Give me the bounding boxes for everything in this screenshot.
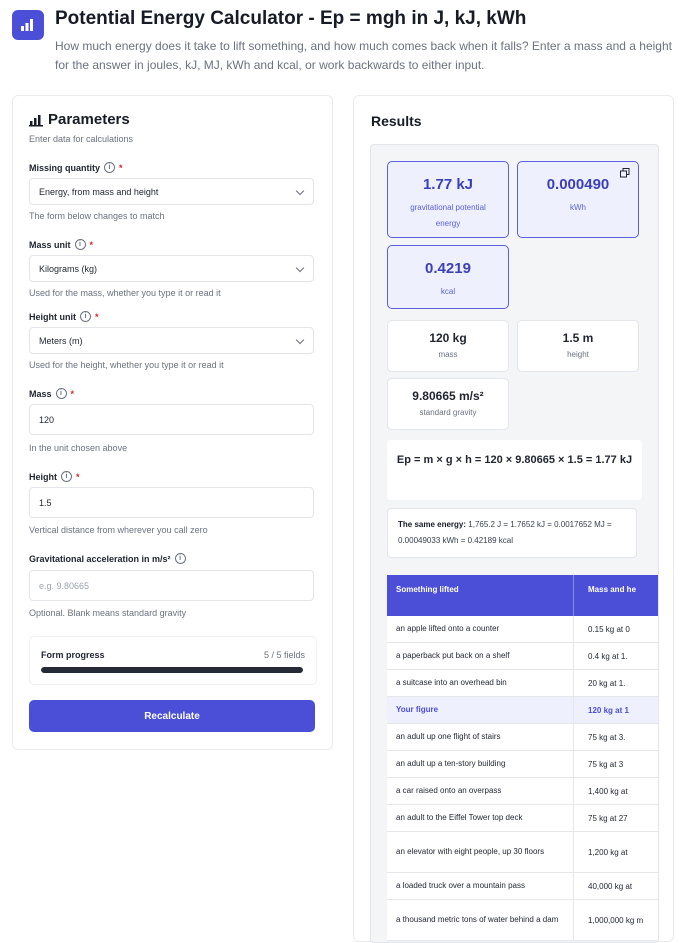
table-row: a car raised onto an overpass 1,400 kg a… <box>387 778 658 805</box>
form-progress-count: 5 / 5 fields <box>263 650 305 660</box>
table-row: an elevator with eight people, up 30 flo… <box>387 832 658 873</box>
info-icon[interactable]: i <box>61 471 72 482</box>
page-subtitle: How much energy does it take to lift som… <box>55 39 672 72</box>
height-input[interactable]: 1.5 <box>29 487 314 518</box>
height-unit-select[interactable]: Meters (m) <box>29 327 314 354</box>
table-row: an apple lifted onto a counter 0.15 kg a… <box>387 616 658 643</box>
progress-track <box>41 667 303 673</box>
info-icon[interactable]: i <box>80 311 91 322</box>
same-energy-note: The same energy: 1,765.2 J = 1.7652 kJ =… <box>387 508 637 558</box>
missing-quantity-select[interactable]: Energy, from mass and height <box>29 178 314 205</box>
chart-icon <box>29 114 43 126</box>
formula-display: Ep = m × g × h = 120 × 9.80665 × 1.5 = 1… <box>387 440 642 500</box>
info-icon[interactable]: i <box>74 239 86 250</box>
result-tile-energy: 1.77 kJ gravitational potential energy <box>387 161 509 238</box>
result-tile-kwh[interactable]: 0.000490 kWh <box>517 161 639 238</box>
column-header-mass[interactable]: Mass and he <box>574 575 658 616</box>
progress-fill <box>41 667 303 673</box>
required-mark: * <box>119 162 123 173</box>
chevron-down-icon <box>295 335 305 345</box>
table-row: a loaded truck over a mountain pass 40,0… <box>387 873 658 900</box>
required-mark: * <box>70 388 75 399</box>
mass-unit-select[interactable]: Kilograms (kg) <box>29 255 314 282</box>
input-tile-gravity: 9.80665 m/s² standard gravity <box>387 378 509 430</box>
table-row: an adult up one flight of stairs 75 kg a… <box>387 724 658 751</box>
copy-icon[interactable] <box>620 168 630 178</box>
mass-label: Mass i * <box>29 388 75 399</box>
table-row: a paperback put back on a shelf 0.4 kg a… <box>387 643 658 670</box>
required-mark: * <box>95 311 99 322</box>
chevron-down-icon <box>295 186 305 196</box>
input-tile-mass: 120 kg mass <box>387 320 509 372</box>
gravity-label: Gravitational acceleration in m/s² i <box>29 553 186 564</box>
chart-icon <box>21 19 33 31</box>
form-progress-label: Form progress <box>41 650 105 660</box>
parameters-title: Parameters <box>29 111 130 128</box>
mass-unit-label: Mass unit i * <box>29 239 94 250</box>
info-icon[interactable]: i <box>174 553 186 564</box>
mass-unit-help: Used for the mass, whether you type it o… <box>29 288 221 298</box>
column-header-thing[interactable]: Something lifted <box>387 575 574 616</box>
results-panel: 1.77 kJ gravitational potential energy 0… <box>370 144 659 943</box>
results-title: Results <box>371 113 422 129</box>
table-row: an adult up a ten-story building 75 kg a… <box>387 751 658 778</box>
height-help: Vertical distance from wherever you call… <box>29 525 208 535</box>
input-tile-height: 1.5 m height <box>517 320 639 372</box>
gravity-help: Optional. Blank means standard gravity <box>29 608 187 618</box>
chevron-down-icon <box>295 263 305 273</box>
info-icon[interactable]: i <box>55 388 67 399</box>
missing-quantity-help: The form below changes to match <box>29 211 165 221</box>
recalculate-button[interactable]: Recalculate <box>29 700 315 732</box>
results-card: Results 1.77 kJ gravitational potential … <box>353 95 674 943</box>
form-progress: Form progress 5 / 5 fields <box>29 636 317 685</box>
missing-quantity-label: Missing quantity i * <box>29 162 123 173</box>
parameters-card: Parameters Enter data for calculations M… <box>12 95 333 750</box>
mass-input[interactable]: 120 <box>29 404 314 435</box>
table-header: Something lifted Mass and he <box>387 575 658 616</box>
gravity-input[interactable]: e.g. 9.80665 <box>29 570 314 601</box>
table-row: a suitcase into an overhead bin 20 kg at… <box>387 670 658 697</box>
required-mark: * <box>89 239 94 250</box>
height-unit-label: Height unit i * <box>29 311 99 322</box>
height-unit-help: Used for the height, whether you type it… <box>29 360 224 370</box>
comparison-table: Something lifted Mass and he an apple li… <box>387 575 658 941</box>
table-row: an adult to the Eiffel Tower top deck 75… <box>387 805 658 832</box>
required-mark: * <box>76 471 80 482</box>
app-logo <box>12 10 44 40</box>
mass-help: In the unit chosen above <box>29 443 128 453</box>
height-label: Height i * <box>29 471 80 482</box>
parameters-caption: Enter data for calculations <box>29 134 134 144</box>
table-row-your-figure: Your figure 120 kg at 1 <box>387 697 658 724</box>
info-icon[interactable]: i <box>104 162 116 173</box>
page-title: Potential Energy Calculator - Ep = mgh i… <box>55 8 527 29</box>
result-tile-kcal: 0.4219 kcal <box>387 245 509 309</box>
